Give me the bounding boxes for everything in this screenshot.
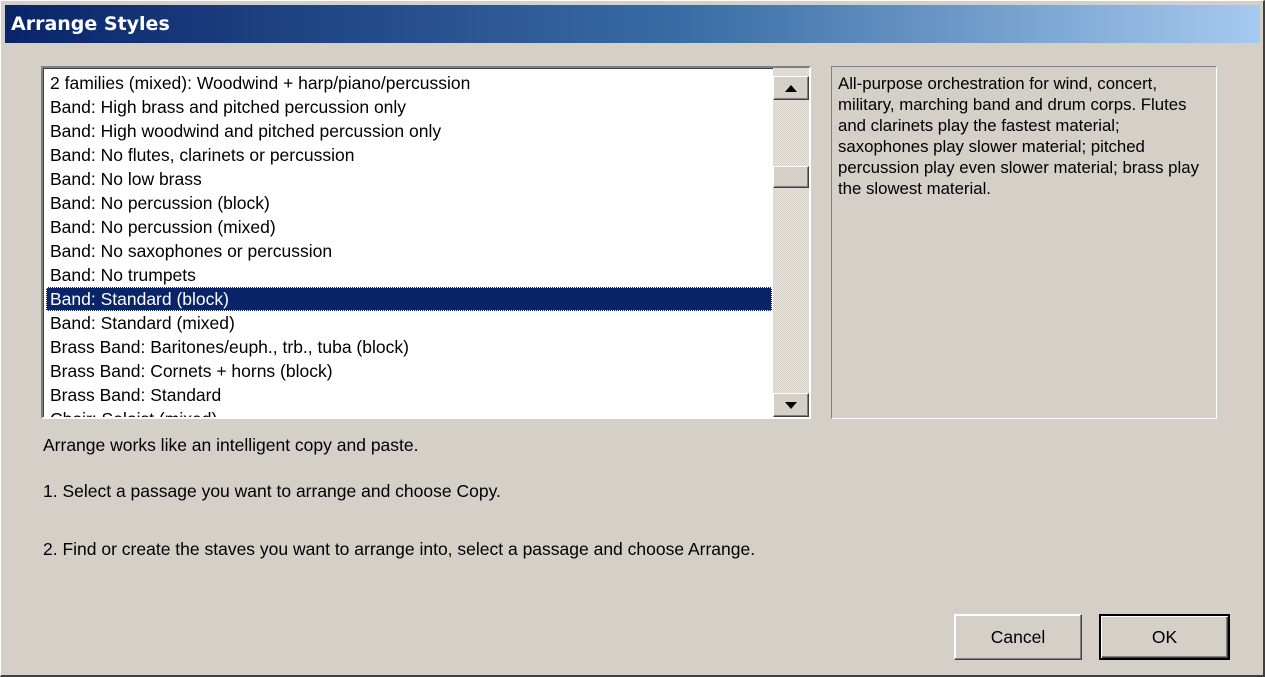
style-description-panel: All-purpose orchestration for wind, conc… <box>831 66 1217 419</box>
scroll-thumb[interactable] <box>773 166 809 188</box>
list-item[interactable]: Band: No low brass <box>46 167 772 191</box>
list-item[interactable]: Band: High brass and pitched percussion … <box>46 95 772 119</box>
list-item[interactable]: Band: Standard (block) <box>46 287 772 311</box>
window-title: Arrange Styles <box>11 13 170 35</box>
list-item[interactable]: Band: No percussion (block) <box>46 191 772 215</box>
arrange-styles-dialog: Arrange Styles 2 families (mixed): Woodw… <box>0 0 1265 677</box>
cancel-button[interactable]: Cancel <box>954 614 1082 660</box>
listbox-scrollbar[interactable] <box>773 68 809 417</box>
list-item[interactable]: Band: No flutes, clarinets or percussion <box>46 143 772 167</box>
list-item[interactable]: Band: High woodwind and pitched percussi… <box>46 119 772 143</box>
title-bar[interactable]: Arrange Styles <box>5 5 1260 43</box>
list-item[interactable]: Band: No percussion (mixed) <box>46 215 772 239</box>
style-description: All-purpose orchestration for wind, conc… <box>838 74 1199 198</box>
info-line-3: 2. Find or create the staves you want to… <box>43 539 756 559</box>
list-item[interactable]: Band: No saxophones or percussion <box>46 239 772 263</box>
arrow-down-icon <box>785 401 797 409</box>
ok-button[interactable]: OK <box>1099 614 1230 660</box>
list-item[interactable]: Choir: Soloist (mixed) <box>46 407 772 417</box>
info-line-2: 1. Select a passage you want to arrange … <box>43 481 501 501</box>
list-item[interactable]: Brass Band: Cornets + horns (block) <box>46 359 772 383</box>
list-item[interactable]: 2 families (mixed): Woodwind + harp/pian… <box>46 71 772 95</box>
list-item[interactable]: Band: No trumpets <box>46 263 772 287</box>
list-item[interactable]: Band: Standard (mixed) <box>46 311 772 335</box>
scroll-up-button[interactable] <box>773 76 809 100</box>
styles-listbox[interactable]: 2 families (mixed): Woodwind + harp/pian… <box>41 66 811 419</box>
list-item[interactable]: Brass Band: Standard <box>46 383 772 407</box>
styles-list: 2 families (mixed): Woodwind + harp/pian… <box>46 71 772 417</box>
info-line-1: Arrange works like an intelligent copy a… <box>43 435 419 455</box>
list-item[interactable]: Brass Band: Baritones/euph., trb., tuba … <box>46 335 772 359</box>
scroll-down-button[interactable] <box>773 393 809 417</box>
arrow-up-icon <box>785 84 797 92</box>
